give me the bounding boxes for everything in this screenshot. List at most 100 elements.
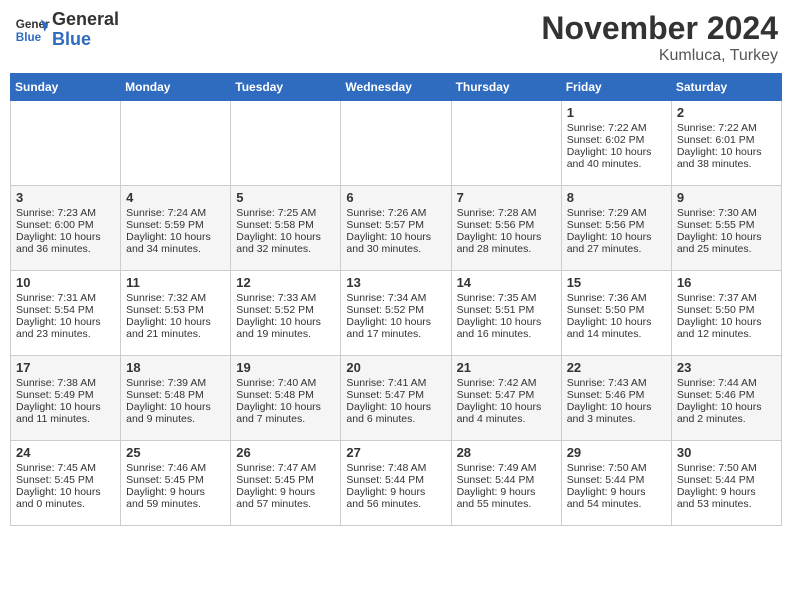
cell-info: Sunset: 5:45 PM (236, 474, 335, 486)
cell-info: Sunrise: 7:33 AM (236, 292, 335, 304)
cell-info: Daylight: 10 hours and 16 minutes. (457, 316, 556, 340)
day-number: 19 (236, 360, 335, 375)
cell-info: Daylight: 9 hours and 56 minutes. (346, 486, 445, 510)
cell-info: Daylight: 10 hours and 19 minutes. (236, 316, 335, 340)
logo-line2: Blue (52, 30, 119, 50)
week-row-1: 3Sunrise: 7:23 AMSunset: 6:00 PMDaylight… (11, 186, 782, 271)
calendar-cell: 18Sunrise: 7:39 AMSunset: 5:48 PMDayligh… (121, 356, 231, 441)
week-row-3: 17Sunrise: 7:38 AMSunset: 5:49 PMDayligh… (11, 356, 782, 441)
cell-info: Sunset: 5:47 PM (457, 389, 556, 401)
cell-info: Sunset: 5:52 PM (346, 304, 445, 316)
day-number: 8 (567, 190, 666, 205)
calendar-cell: 19Sunrise: 7:40 AMSunset: 5:48 PMDayligh… (231, 356, 341, 441)
cell-info: Sunrise: 7:25 AM (236, 207, 335, 219)
cell-info: Sunrise: 7:35 AM (457, 292, 556, 304)
cell-info: Sunrise: 7:24 AM (126, 207, 225, 219)
page-title: November 2024 (541, 10, 778, 47)
day-number: 14 (457, 275, 556, 290)
cell-info: Sunrise: 7:46 AM (126, 462, 225, 474)
calendar-cell: 14 Sunrise: 7:35 AMSunset: 5:51 PMDayligh… (451, 271, 561, 356)
calendar-cell: 13Sunrise: 7:34 AMSunset: 5:52 PMDayligh… (341, 271, 451, 356)
day-number: 25 (126, 445, 225, 460)
cell-info: Sunrise: 7:37 AM (677, 292, 776, 304)
cell-info: Sunrise: 7:45 AM (16, 462, 115, 474)
calendar-cell: 7Sunrise: 7:28 AMSunset: 5:56 PMDaylight… (451, 186, 561, 271)
title-block: November 2024 Kumluca, Turkey (541, 10, 778, 65)
calendar-cell: 6Sunrise: 7:26 AMSunset: 5:57 PMDaylight… (341, 186, 451, 271)
cell-info: Sunset: 5:52 PM (236, 304, 335, 316)
day-number: 27 (346, 445, 445, 460)
cell-info: Daylight: 10 hours and 40 minutes. (567, 146, 666, 170)
day-number: 24 (16, 445, 115, 460)
cell-info: Sunrise: 7:48 AM (346, 462, 445, 474)
cell-info: Sunset: 5:54 PM (16, 304, 115, 316)
cell-info: Sunset: 5:48 PM (236, 389, 335, 401)
cell-info: Sunrise: 7:47 AM (236, 462, 335, 474)
week-row-0: 1 Sunrise: 7:22 AM Sunset: 6:02 PMDaylight… (11, 101, 782, 186)
calendar-cell: 17Sunrise: 7:38 AMSunset: 5:49 PMDayligh… (11, 356, 121, 441)
cell-info: Daylight: 9 hours and 55 minutes. (457, 486, 556, 510)
cell-info: Sunrise: 7:30 AM (677, 207, 776, 219)
cell-info: Sunset: 5:46 PM (677, 389, 776, 401)
calendar-cell: 3Sunrise: 7:23 AMSunset: 6:00 PMDaylight… (11, 186, 121, 271)
calendar-table: SundayMondayTuesdayWednesdayThursdayFrid… (10, 73, 782, 526)
cell-info: Sunset: 5:50 PM (677, 304, 776, 316)
day-number: 4 (126, 190, 225, 205)
day-number: 5 (236, 190, 335, 205)
calendar-cell: 4Sunrise: 7:24 AMSunset: 5:59 PMDaylight… (121, 186, 231, 271)
day-header-tuesday: Tuesday (231, 74, 341, 101)
cell-info: Sunrise: 7:22 AM (677, 122, 776, 134)
calendar-cell (11, 101, 121, 186)
calendar-cell: 30Sunrise: 7:50 AMSunset: 5:44 PMDayligh… (671, 441, 781, 526)
day-number: 2 (677, 105, 776, 120)
cell-info: Sunset: 5:53 PM (126, 304, 225, 316)
week-row-4: 24 Sunrise: 7:45 AM Sunset: 5:45 PM Dayligh… (11, 441, 782, 526)
cell-info: Daylight: 10 hours and 30 minutes. (346, 231, 445, 255)
cell-info: Daylight: 10 hours and 36 minutes. (16, 231, 115, 255)
cell-info: Sunrise: 7:28 AM (457, 207, 556, 219)
calendar-cell (121, 101, 231, 186)
cell-info: Sunrise: 7:38 AM (16, 377, 115, 389)
header-row: SundayMondayTuesdayWednesdayThursdayFrid… (11, 74, 782, 101)
page-subtitle: Kumluca, Turkey (541, 47, 778, 65)
day-number: 20 (346, 360, 445, 375)
cell-info: Sunrise: 7:36 AM (567, 292, 666, 304)
cell-info: Sunset: 5:58 PM (236, 219, 335, 231)
cell-info: Daylight: 10 hours and 17 minutes. (346, 316, 445, 340)
cell-info: Sunset: 5:44 PM (567, 474, 666, 486)
calendar-cell: 2Sunrise: 7:22 AMSunset: 6:01 PMDaylight… (671, 101, 781, 186)
cell-info: Sunset: 5:56 PM (457, 219, 556, 231)
cell-info: Sunrise: 7:49 AM (457, 462, 556, 474)
cell-info: Daylight: 10 hours and 32 minutes. (236, 231, 335, 255)
day-number: 10 (16, 275, 115, 290)
cell-info: Sunrise: 7:41 AM (346, 377, 445, 389)
cell-info: Sunrise: 7:32 AM (126, 292, 225, 304)
calendar-cell (231, 101, 341, 186)
cell-info: Daylight: 10 hours and 21 minutes. (126, 316, 225, 340)
cell-info: Daylight: 10 hours and 9 minutes. (126, 401, 225, 425)
cell-info: Sunset: 5:44 PM (677, 474, 776, 486)
calendar-cell: 9Sunrise: 7:30 AMSunset: 5:55 PMDaylight… (671, 186, 781, 271)
calendar-cell (451, 101, 561, 186)
day-number: 15 (567, 275, 666, 290)
day-number: 11 (126, 275, 225, 290)
logo: General Blue General Blue (14, 10, 119, 50)
cell-info: Sunrise: 7:50 AM (677, 462, 776, 474)
cell-info: Daylight: 10 hours and 6 minutes. (346, 401, 445, 425)
day-number: 6 (346, 190, 445, 205)
day-number: 1 (567, 105, 666, 120)
day-number: 28 (457, 445, 556, 460)
cell-info: Daylight: 10 hours and 23 minutes. (16, 316, 115, 340)
cell-info: Sunset: 6:02 PM (567, 134, 666, 146)
calendar-cell: 20 Sunrise: 7:41 AMSunset: 5:47 PMDayligh… (341, 356, 451, 441)
calendar-cell: 12Sunrise: 7:33 AMSunset: 5:52 PMDayligh… (231, 271, 341, 356)
cell-info: Daylight: 10 hours and 14 minutes. (567, 316, 666, 340)
cell-info: Sunrise: 7:23 AM (16, 207, 115, 219)
cell-info: Sunset: 5:47 PM (346, 389, 445, 401)
cell-info: Sunset: 6:00 PM (16, 219, 115, 231)
cell-info: Sunset: 5:51 PM (457, 304, 556, 316)
calendar-cell (341, 101, 451, 186)
day-number: 29 (567, 445, 666, 460)
day-header-sunday: Sunday (11, 74, 121, 101)
logo-text: General Blue (52, 10, 119, 50)
